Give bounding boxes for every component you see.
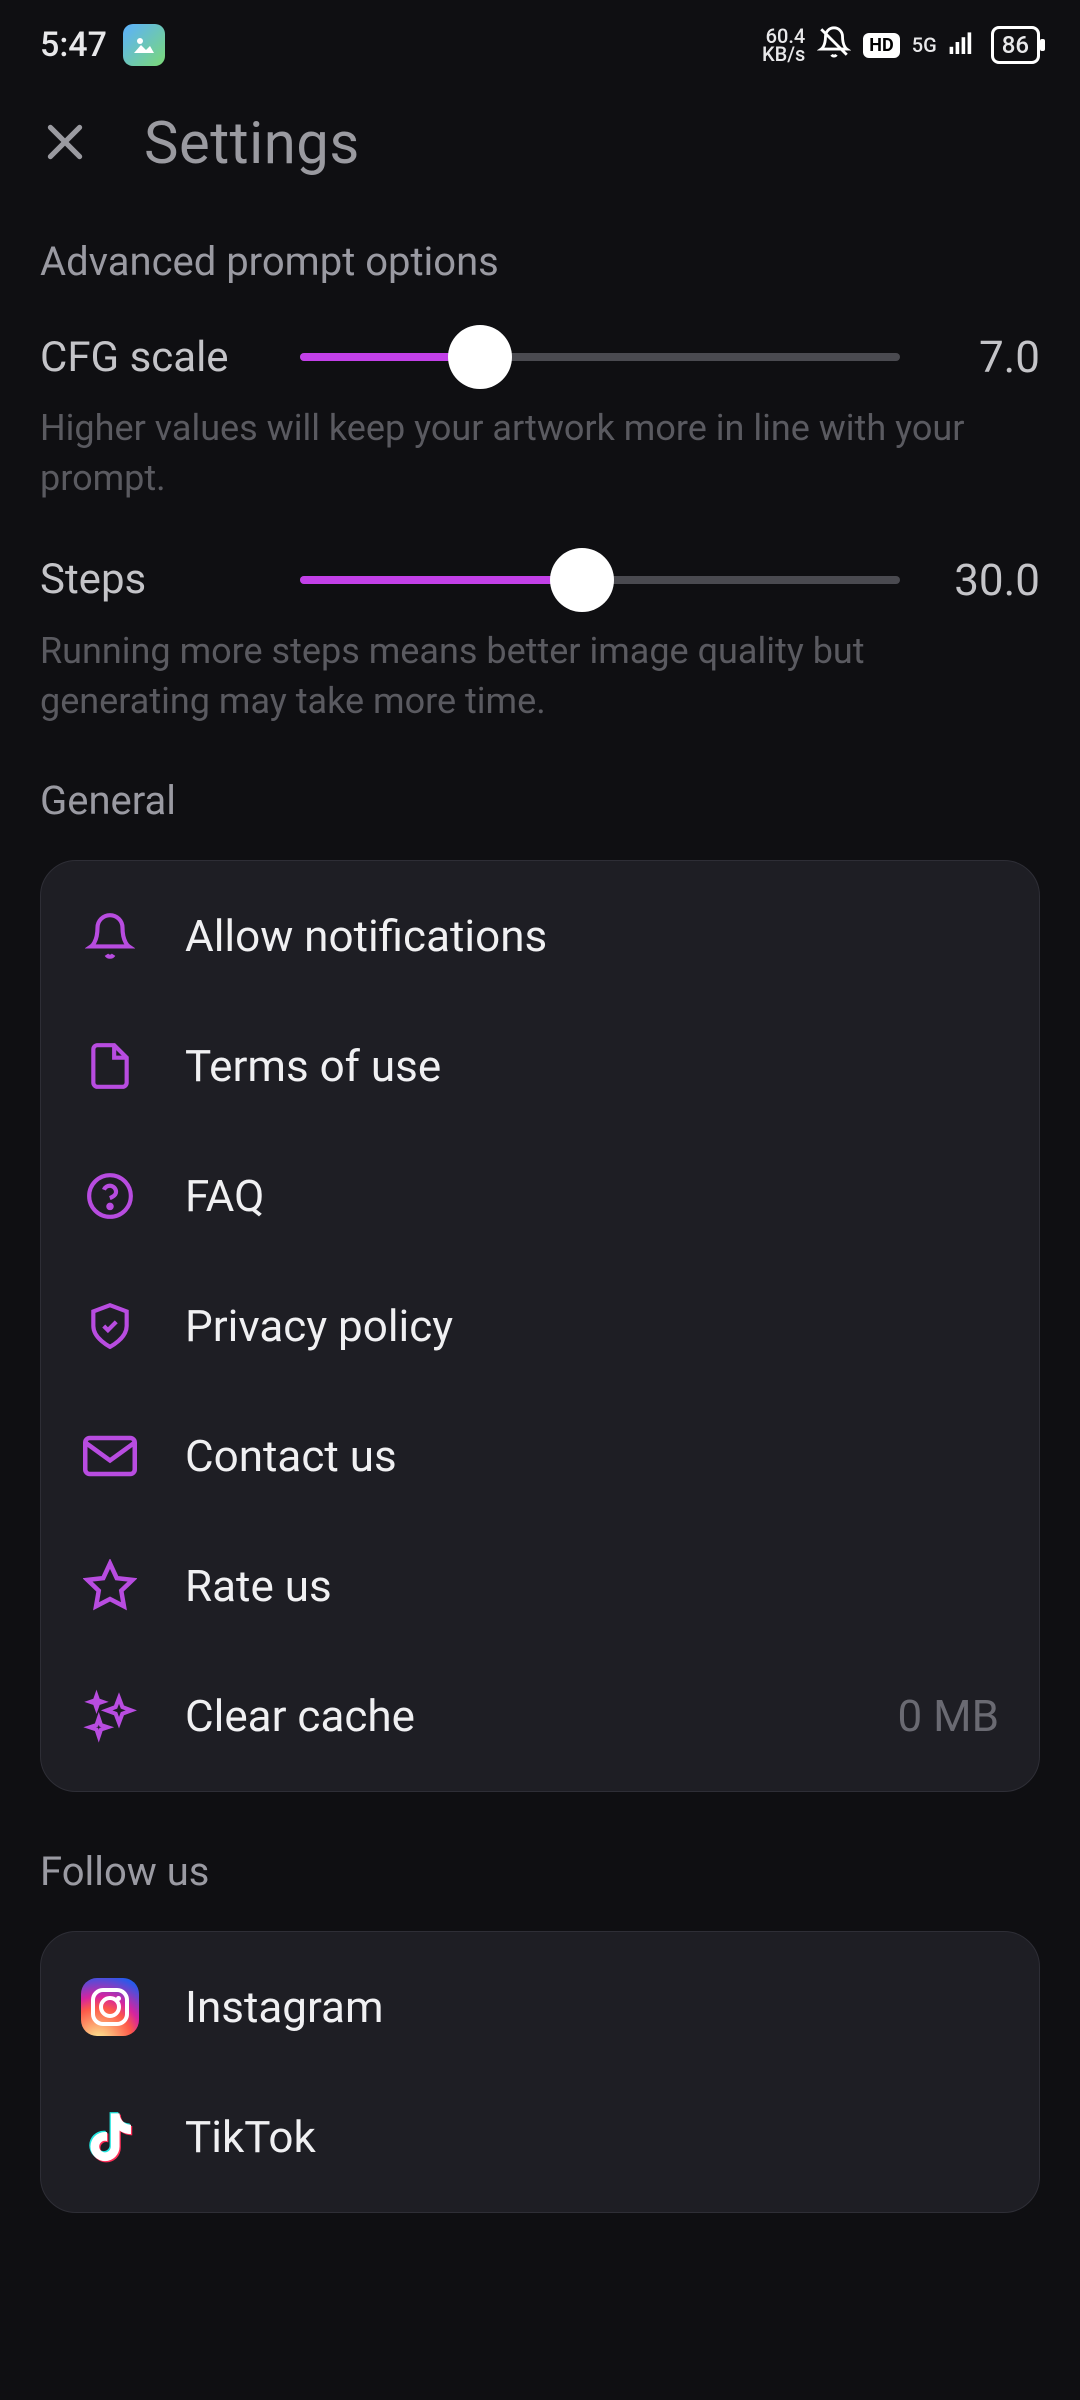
list-label: Instagram bbox=[185, 1981, 999, 2033]
list-label: Clear cache bbox=[185, 1690, 852, 1742]
status-speed: 60.4 KB/s bbox=[762, 27, 805, 63]
status-time: 5:47 bbox=[40, 25, 107, 65]
hd-badge: HD bbox=[863, 33, 899, 58]
list-item-notifications[interactable]: Allow notifications bbox=[41, 871, 1039, 1001]
network-type: 5G bbox=[912, 33, 937, 57]
list-item-terms[interactable]: Terms of use bbox=[41, 1001, 1039, 1131]
status-bar: 5:47 60.4 KB/s HD 5G 86 bbox=[0, 0, 1080, 90]
list-item-clear-cache[interactable]: Clear cache 0 MB bbox=[41, 1651, 1039, 1781]
list-label: Rate us bbox=[185, 1560, 999, 1612]
star-icon bbox=[81, 1557, 139, 1615]
list-label: Terms of use bbox=[185, 1040, 999, 1092]
page-header: Settings bbox=[0, 90, 1080, 238]
status-app-icon bbox=[123, 24, 165, 66]
list-label: Allow notifications bbox=[185, 910, 999, 962]
cfg-hint: Higher values will keep your artwork mor… bbox=[40, 403, 1040, 504]
cfg-slider[interactable] bbox=[300, 353, 900, 361]
instagram-icon bbox=[81, 1978, 139, 2036]
cache-size: 0 MB bbox=[898, 1690, 999, 1742]
list-label: TikTok bbox=[185, 2111, 999, 2163]
shield-icon bbox=[81, 1297, 139, 1355]
list-label: FAQ bbox=[185, 1170, 999, 1222]
steps-slider-thumb[interactable] bbox=[550, 548, 614, 612]
cfg-slider-row: CFG scale 7.0 bbox=[40, 331, 1040, 383]
list-label: Contact us bbox=[185, 1430, 999, 1482]
close-icon[interactable] bbox=[40, 117, 90, 171]
list-item-rate[interactable]: Rate us bbox=[41, 1521, 1039, 1651]
question-icon bbox=[81, 1167, 139, 1225]
steps-slider-row: Steps 30.0 bbox=[40, 554, 1040, 606]
steps-label: Steps bbox=[40, 555, 300, 604]
mail-icon bbox=[81, 1427, 139, 1485]
sparkle-icon bbox=[81, 1687, 139, 1745]
vibrate-icon bbox=[817, 25, 851, 65]
list-item-faq[interactable]: FAQ bbox=[41, 1131, 1039, 1261]
list-label: Privacy policy bbox=[185, 1300, 999, 1352]
steps-value: 30.0 bbox=[930, 554, 1040, 606]
follow-card: Instagram TikTok bbox=[40, 1931, 1040, 2213]
cfg-slider-thumb[interactable] bbox=[448, 325, 512, 389]
steps-hint: Running more steps means better image qu… bbox=[40, 626, 1040, 727]
section-advanced-label: Advanced prompt options bbox=[40, 238, 1040, 285]
cfg-value: 7.0 bbox=[930, 331, 1040, 383]
steps-slider[interactable] bbox=[300, 576, 900, 584]
document-icon bbox=[81, 1037, 139, 1095]
section-follow-label: Follow us bbox=[40, 1848, 1040, 1895]
signal-icon bbox=[949, 30, 979, 60]
general-card: Allow notifications Terms of use FAQ Pri… bbox=[40, 860, 1040, 1792]
page-title: Settings bbox=[144, 110, 360, 178]
list-item-tiktok[interactable]: TikTok bbox=[41, 2072, 1039, 2202]
cfg-label: CFG scale bbox=[40, 333, 300, 382]
section-general-label: General bbox=[40, 777, 1040, 824]
bell-icon bbox=[81, 907, 139, 965]
list-item-instagram[interactable]: Instagram bbox=[41, 1942, 1039, 2072]
battery-indicator: 86 bbox=[991, 26, 1040, 64]
list-item-contact[interactable]: Contact us bbox=[41, 1391, 1039, 1521]
tiktok-icon bbox=[81, 2108, 139, 2166]
list-item-privacy[interactable]: Privacy policy bbox=[41, 1261, 1039, 1391]
